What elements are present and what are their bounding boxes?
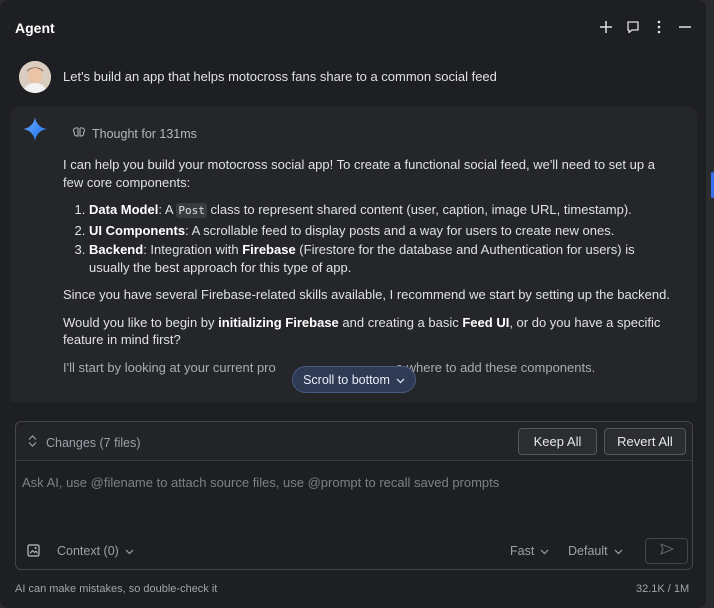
response-paragraph: Since you have several Firebase-related … <box>63 287 670 302</box>
changes-bar: Changes (7 files) Keep All Revert All <box>16 422 692 461</box>
plus-icon[interactable] <box>597 18 615 36</box>
composer: Changes (7 files) Keep All Revert All As… <box>15 421 693 570</box>
list-item: Backend: Integration with Firebase (Fire… <box>89 241 673 276</box>
user-message-text: Let's build an app that helps motocross … <box>63 69 497 84</box>
changes-toggle[interactable]: Changes (7 files) <box>28 435 141 450</box>
prompt-input[interactable]: Ask AI, use @filename to attach source f… <box>22 475 499 490</box>
scroll-to-bottom-button[interactable]: Scroll to bottom <box>292 366 416 393</box>
model-dropdown[interactable]: Default <box>568 544 623 558</box>
chevron-down-icon <box>125 544 134 558</box>
gemini-sparkle-icon <box>22 116 48 142</box>
attach-image-icon[interactable] <box>27 544 40 562</box>
panel-header: Agent <box>0 0 706 56</box>
expand-collapse-icon <box>28 435 37 450</box>
chevron-down-icon <box>614 544 623 558</box>
chevron-down-icon <box>540 544 549 558</box>
agent-response: Thought for 131ms I can help you build y… <box>10 106 697 402</box>
user-message-row: Let's build an app that helps motocross … <box>0 58 706 98</box>
ai-disclaimer: AI can make mistakes, so double-check it <box>15 583 218 595</box>
list-item: Data Model: A Post class to represent sh… <box>89 201 673 220</box>
revert-all-button[interactable]: Revert All <box>604 428 686 455</box>
panel-title: Agent <box>15 20 55 36</box>
chevron-down-icon <box>396 373 405 387</box>
editor-edge <box>706 0 714 608</box>
inline-code: Post <box>176 203 207 218</box>
chat-bubble-icon[interactable] <box>624 18 642 36</box>
token-usage: 32.1K / 1M <box>636 583 690 595</box>
list-item: UI Components: A scrollable feed to disp… <box>89 222 673 240</box>
send-button[interactable] <box>645 538 688 564</box>
more-vertical-icon[interactable] <box>650 18 668 36</box>
composer-toolbar: Context (0) Fast Default <box>16 537 692 565</box>
response-intro: I can help you build your motocross soci… <box>63 157 655 190</box>
thought-indicator[interactable]: Thought for 131ms <box>72 126 197 141</box>
mode-dropdown[interactable]: Fast <box>510 544 549 558</box>
brain-icon <box>72 126 86 141</box>
context-dropdown[interactable]: Context (0) <box>57 544 134 558</box>
component-list: Data Model: A Post class to represent sh… <box>89 201 673 276</box>
minimize-icon[interactable] <box>676 18 694 36</box>
send-icon <box>659 542 674 560</box>
response-content: I can help you build your motocross soci… <box>63 156 673 386</box>
keep-all-button[interactable]: Keep All <box>518 428 597 455</box>
thought-label: Thought for 131ms <box>92 126 197 141</box>
avatar <box>19 61 51 93</box>
response-paragraph: Would you like to begin by initializing … <box>63 314 661 348</box>
agent-panel: Agent Let's build an app that helps moto… <box>0 0 706 608</box>
